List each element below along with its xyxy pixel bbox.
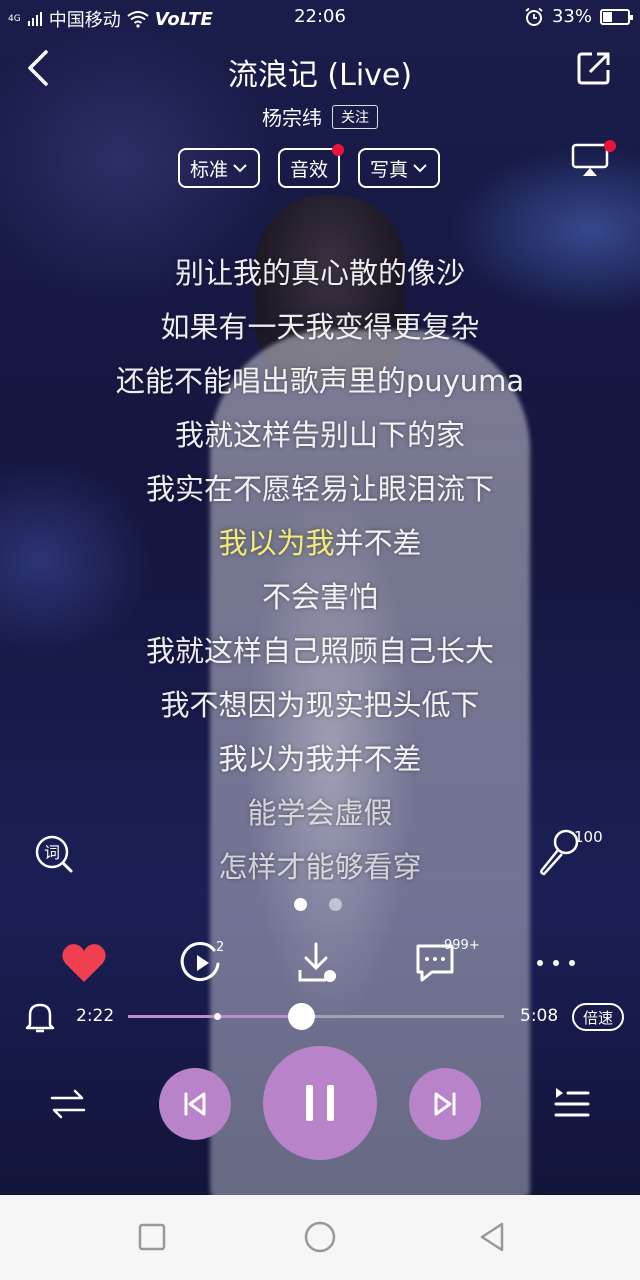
sound-effect-button[interactable]: 音效 xyxy=(278,144,345,188)
battery-level xyxy=(603,11,612,22)
current-time: 2:22 xyxy=(76,1006,115,1026)
more-options-icon[interactable] xyxy=(532,940,580,986)
karaoke-count: 100 xyxy=(574,828,603,846)
previous-button[interactable] xyxy=(159,1068,231,1140)
quality-selector[interactable]: 标准 xyxy=(178,148,261,188)
play-order-icon[interactable] xyxy=(48,1086,88,1122)
total-time: 5:08 xyxy=(520,1006,559,1026)
pause-icon xyxy=(306,1085,334,1121)
battery-percent: 33% xyxy=(551,6,592,27)
lyric-line: 别让我的真心散的像沙 xyxy=(174,256,465,290)
page-indicator xyxy=(294,898,342,911)
playback-options: 标准 音效 写真 xyxy=(178,144,441,188)
sound-effect-label: 音效 xyxy=(290,158,329,181)
playlist-icon[interactable] xyxy=(552,1084,592,1122)
photo-selector[interactable]: 写真 xyxy=(358,148,441,188)
bell-icon[interactable] xyxy=(24,1000,56,1034)
lyric-line: 我实在不愿轻易让眼泪流下 xyxy=(145,472,494,506)
skip-previous-icon xyxy=(184,1092,206,1116)
chevron-down-icon xyxy=(413,164,427,173)
lyric-line: 不会害怕 xyxy=(261,580,378,614)
new-badge xyxy=(332,144,345,156)
lyric-unsung-part: 并不差 xyxy=(334,526,422,560)
system-nav-bar xyxy=(0,1195,640,1280)
lyric-line: 我不想因为现实把头低下 xyxy=(160,688,480,722)
chevron-down-icon xyxy=(233,164,247,173)
lyrics-panel[interactable]: 别让我的真心散的像沙 如果有一天我变得更复杂 还能不能唱出歌声里的puyuma … xyxy=(0,246,640,894)
page-dot xyxy=(329,898,342,911)
lyrics-search-icon[interactable]: 词 xyxy=(34,834,74,874)
download-icon[interactable] xyxy=(296,940,344,986)
lyric-line: 我就这样告别山下的家 xyxy=(174,418,465,452)
back-nav-icon[interactable] xyxy=(474,1219,510,1255)
cast-button[interactable] xyxy=(570,140,616,178)
share-external-icon[interactable] xyxy=(576,50,612,86)
progress-thumb[interactable] xyxy=(287,1003,315,1030)
photo-label: 写真 xyxy=(370,158,409,181)
lyric-sung-part: 我以为我 xyxy=(218,526,335,560)
follow-button[interactable]: 关注 xyxy=(332,104,378,129)
lyric-line: 还能不能唱出歌声里的puyuma xyxy=(115,364,525,398)
status-bar: 4G 中国移动 VoLTE 22:06 33% xyxy=(0,0,640,34)
pause-button[interactable] xyxy=(263,1046,377,1160)
share-count: 2 xyxy=(216,940,225,955)
artist-row: 杨宗纬 关注 xyxy=(0,102,640,131)
quality-label: 标准 xyxy=(190,158,229,181)
current-lyric-line: 我以为我并不差 xyxy=(0,516,640,570)
lyric-line: 我就这样自己照顾自己长大 xyxy=(145,634,494,668)
comment-count: 999+ xyxy=(444,938,480,953)
next-button[interactable] xyxy=(409,1068,481,1140)
svg-text:词: 词 xyxy=(44,843,60,862)
home-icon[interactable] xyxy=(302,1219,338,1255)
page-dot-active xyxy=(294,898,307,911)
skip-next-icon xyxy=(434,1092,456,1116)
cast-badge xyxy=(604,140,616,152)
progress-slider[interactable] xyxy=(128,1003,504,1030)
alarm-icon xyxy=(525,7,543,26)
recent-apps-icon[interactable] xyxy=(134,1219,170,1255)
lyric-line: 我以为我并不差 xyxy=(218,742,422,776)
battery-icon xyxy=(600,8,633,25)
song-title: 流浪记 (Live) xyxy=(227,58,413,93)
artist-name[interactable]: 杨宗纬 xyxy=(262,102,322,131)
speed-button[interactable]: 倍速 xyxy=(572,1003,624,1031)
lyric-line: 如果有一天我变得更复杂 xyxy=(160,310,480,344)
heart-icon[interactable] xyxy=(60,940,108,986)
